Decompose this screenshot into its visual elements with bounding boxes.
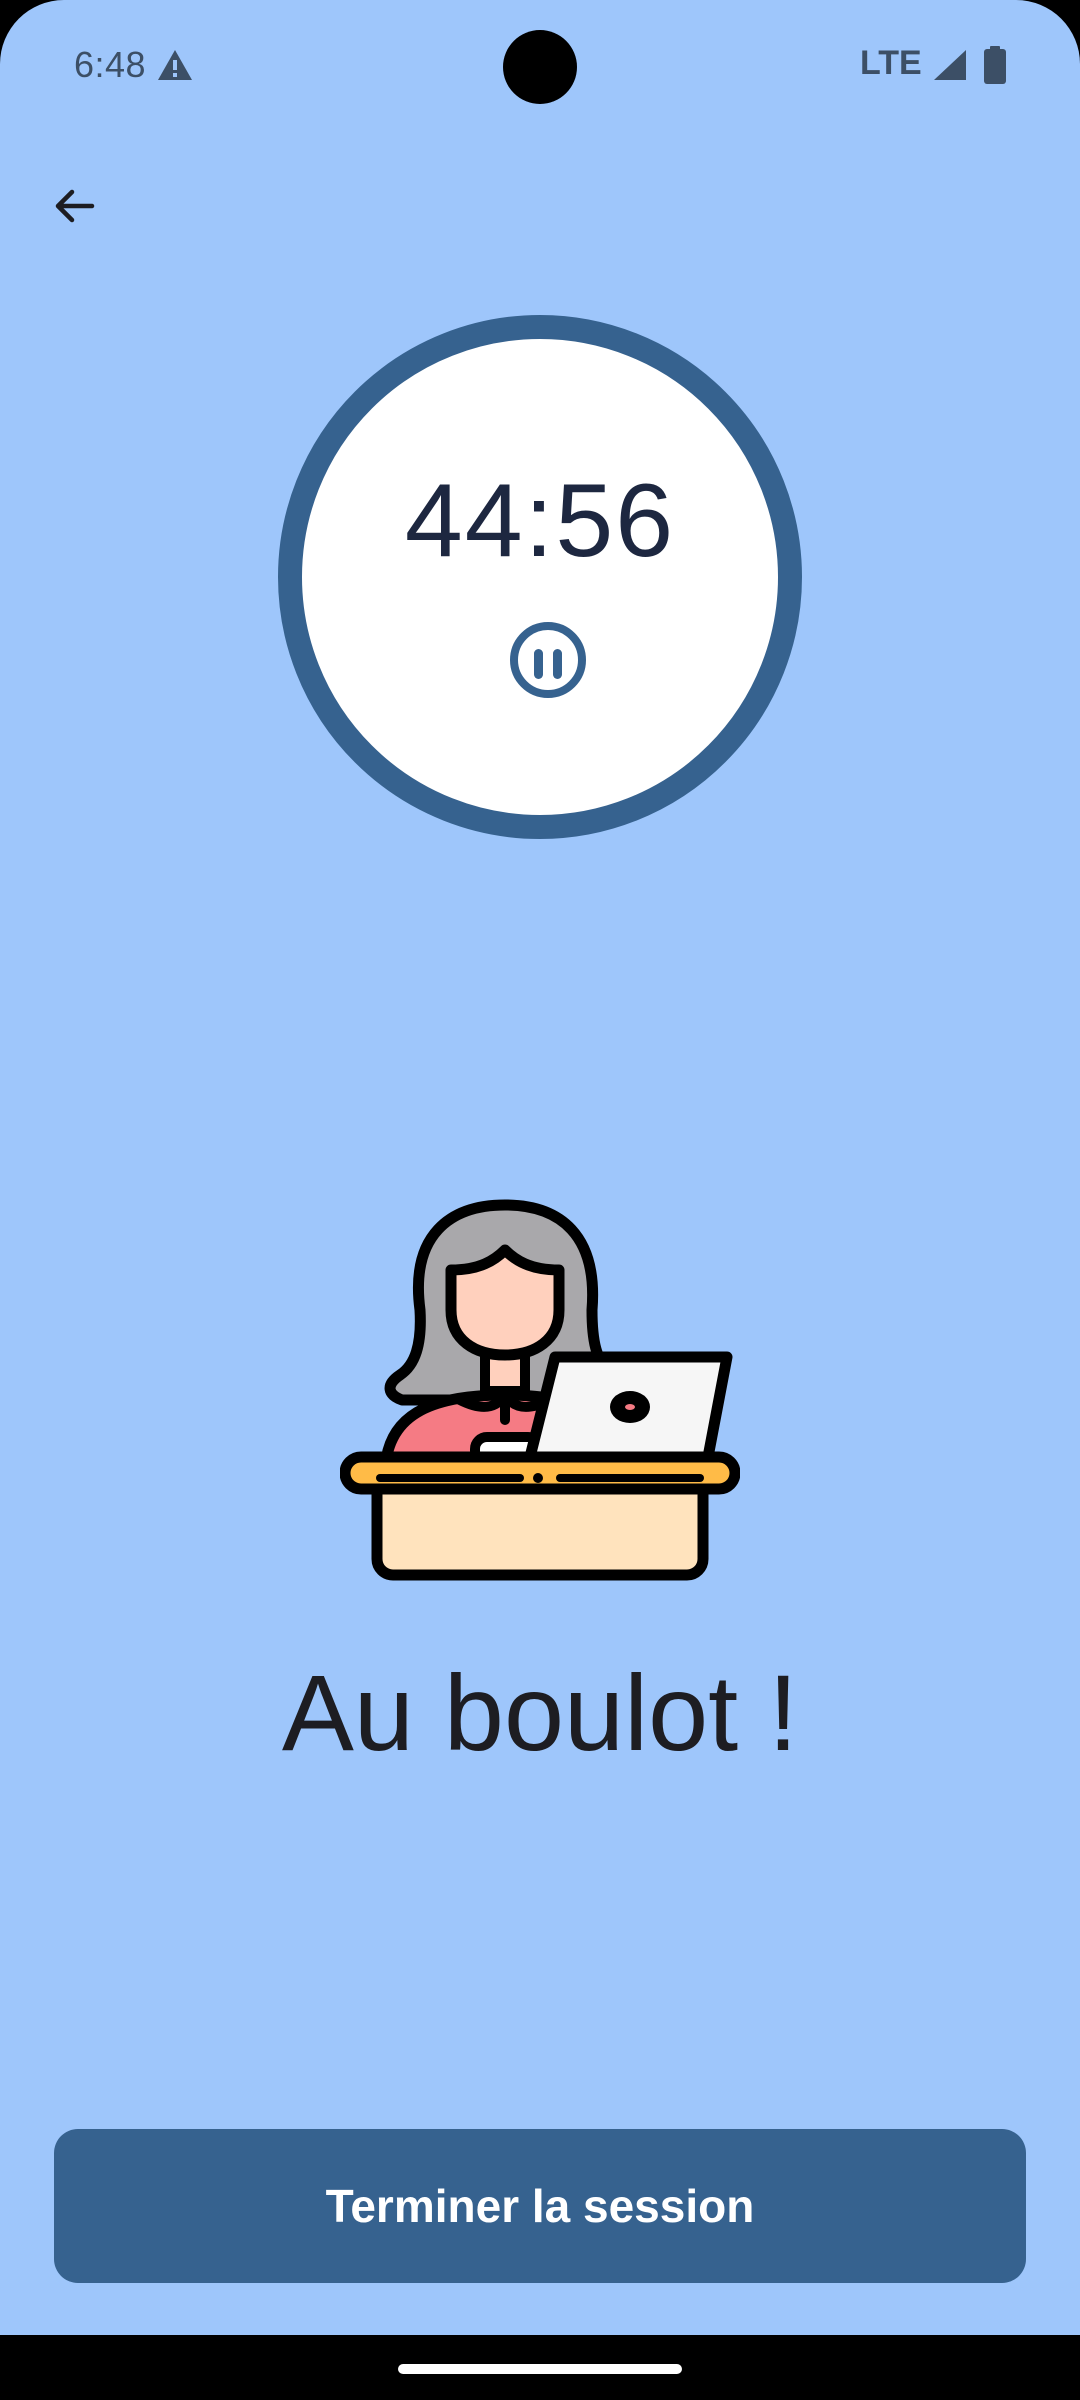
status-time: 6:48	[74, 44, 147, 85]
battery-icon	[984, 46, 1006, 84]
signal-icon	[934, 50, 966, 80]
camera-cutout	[503, 30, 577, 104]
status-bar: 6:48 LTE	[0, 0, 1080, 130]
back-button[interactable]	[36, 168, 112, 244]
end-session-button[interactable]: Terminer la session	[54, 2129, 1026, 2283]
navigation-handle[interactable]	[398, 2364, 682, 2374]
arrow-back-icon	[55, 189, 95, 223]
person-at-laptop-desk-icon	[340, 1199, 740, 1581]
network-type: LTE	[860, 44, 922, 82]
warning-icon	[158, 50, 192, 80]
timer-circle: 44:56	[278, 315, 802, 839]
pause-button[interactable]	[510, 622, 586, 698]
motivation-message: Au boulot !	[281, 1652, 799, 1773]
timer-display: 44:56	[404, 463, 676, 579]
app-screen: 6:48 LTE 44:56 Au boulot ! Terminer la s…	[0, 0, 1080, 2335]
